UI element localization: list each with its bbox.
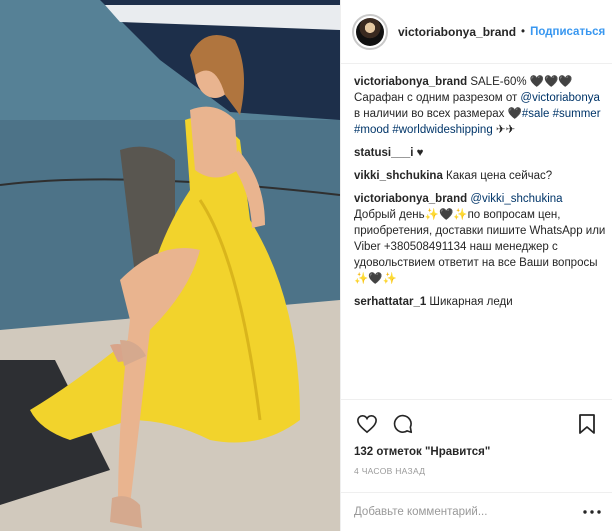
header-username[interactable]: victoriabonya_brand <box>398 25 516 39</box>
comment-icon[interactable] <box>390 411 416 437</box>
post-photo[interactable] <box>0 0 340 531</box>
comments-list[interactable]: victoriabonya_brand SALE-60% 🖤🖤🖤 Сарафан… <box>341 64 612 399</box>
comment-username[interactable]: vikki_shchukina <box>354 170 443 182</box>
caption-text-2: в наличии во всех размерах 🖤 <box>354 108 522 120</box>
reply-mention[interactable]: @vikki_shchukina <box>470 193 562 205</box>
add-comment-bar <box>341 492 612 531</box>
bookmark-icon[interactable] <box>574 411 600 437</box>
action-icons-row <box>354 410 600 438</box>
caption-text-3: ✈✈ <box>492 124 516 136</box>
caption-username[interactable]: victoriabonya_brand <box>354 76 467 88</box>
list-item: vikki_shchukina Какая цена сейчас? <box>354 168 606 184</box>
post-timestamp[interactable]: 4 часов назад <box>354 466 600 476</box>
list-item: statusi___i ♥ <box>354 145 606 161</box>
heart-icon[interactable] <box>354 411 380 437</box>
comment-text: Шикарная леди <box>426 296 513 308</box>
instagram-post: victoriabonya_brand • Подписаться victor… <box>0 0 612 531</box>
follow-button[interactable]: Подписаться <box>530 26 605 38</box>
comment-input[interactable] <box>354 506 554 518</box>
comment-text: Какая цена сейчас? <box>442 170 553 182</box>
caption-mention[interactable]: @victoriabonya <box>520 92 599 104</box>
post-header: victoriabonya_brand • Подписаться <box>341 0 612 64</box>
reply-text: Добрый день✨🖤✨по вопросам цен, приобрете… <box>354 209 606 285</box>
comment-text: ♥ <box>413 147 424 159</box>
more-options-icon[interactable] <box>581 501 603 523</box>
comment-username[interactable]: statusi___i <box>354 147 413 159</box>
list-item: victoriabonya_brand @vikki_shchukina Доб… <box>354 191 606 287</box>
separator-dot: • <box>521 25 526 38</box>
comment-username[interactable]: serhattatar_1 <box>354 296 426 308</box>
post-side-panel: victoriabonya_brand • Подписаться victor… <box>340 0 612 531</box>
avatar[interactable] <box>352 13 388 50</box>
likes-count[interactable]: 132 отметок "Нравится" <box>354 446 600 458</box>
caption: victoriabonya_brand SALE-60% 🖤🖤🖤 Сарафан… <box>354 74 606 138</box>
photo-illustration <box>0 0 340 531</box>
post-actions: 132 отметок "Нравится" 4 часов назад <box>341 399 612 476</box>
list-item: serhattatar_1 Шикарная леди <box>354 294 606 310</box>
reply-username[interactable]: victoriabonya_brand <box>354 193 467 205</box>
